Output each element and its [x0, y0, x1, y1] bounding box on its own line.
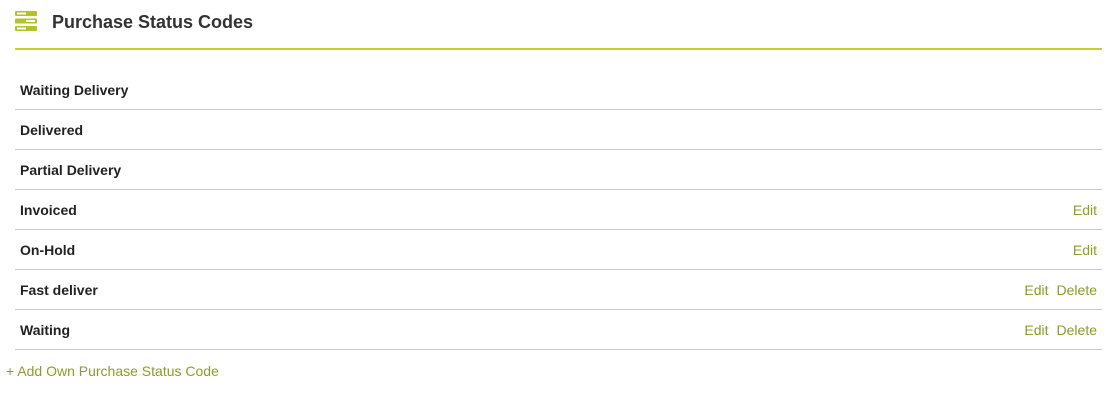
status-name: Waiting Delivery	[20, 82, 129, 98]
status-row: Waiting Delivery	[15, 70, 1102, 110]
edit-link[interactable]: Edit	[1073, 202, 1097, 218]
delete-link[interactable]: Delete	[1057, 322, 1097, 338]
status-row: Invoiced Edit	[15, 190, 1102, 230]
edit-link[interactable]: Edit	[1024, 322, 1048, 338]
status-name: Fast deliver	[20, 282, 98, 298]
status-row: Fast deliver Edit Delete	[15, 270, 1102, 310]
status-name: Invoiced	[20, 202, 77, 218]
add-status-code-link[interactable]: + Add Own Purchase Status Code	[6, 363, 219, 379]
row-actions: Edit Delete	[1024, 282, 1097, 298]
status-name: Waiting	[20, 322, 71, 338]
status-row: Delivered	[15, 110, 1102, 150]
row-actions: Edit	[1073, 242, 1097, 258]
row-actions: Edit	[1073, 202, 1097, 218]
page-title: Purchase Status Codes	[52, 12, 254, 32]
edit-link[interactable]: Edit	[1024, 282, 1048, 298]
purchase-status-codes-panel: Purchase Status Codes Waiting Delivery De…	[0, 0, 1108, 402]
status-row: On-Hold Edit	[15, 230, 1102, 270]
status-row: Waiting Edit Delete	[15, 310, 1102, 350]
delete-link[interactable]: Delete	[1057, 282, 1097, 298]
status-row: Partial Delivery	[15, 150, 1102, 190]
row-actions: Edit Delete	[1024, 322, 1097, 338]
panel-header: Purchase Status Codes	[15, 0, 1102, 50]
status-name: Delivered	[20, 122, 84, 138]
status-name: On-Hold	[20, 242, 76, 258]
status-name: Partial Delivery	[20, 162, 122, 178]
list-icon	[15, 11, 37, 31]
status-code-list: Waiting Delivery Delivered Partial Deliver…	[15, 70, 1102, 350]
edit-link[interactable]: Edit	[1073, 242, 1097, 258]
